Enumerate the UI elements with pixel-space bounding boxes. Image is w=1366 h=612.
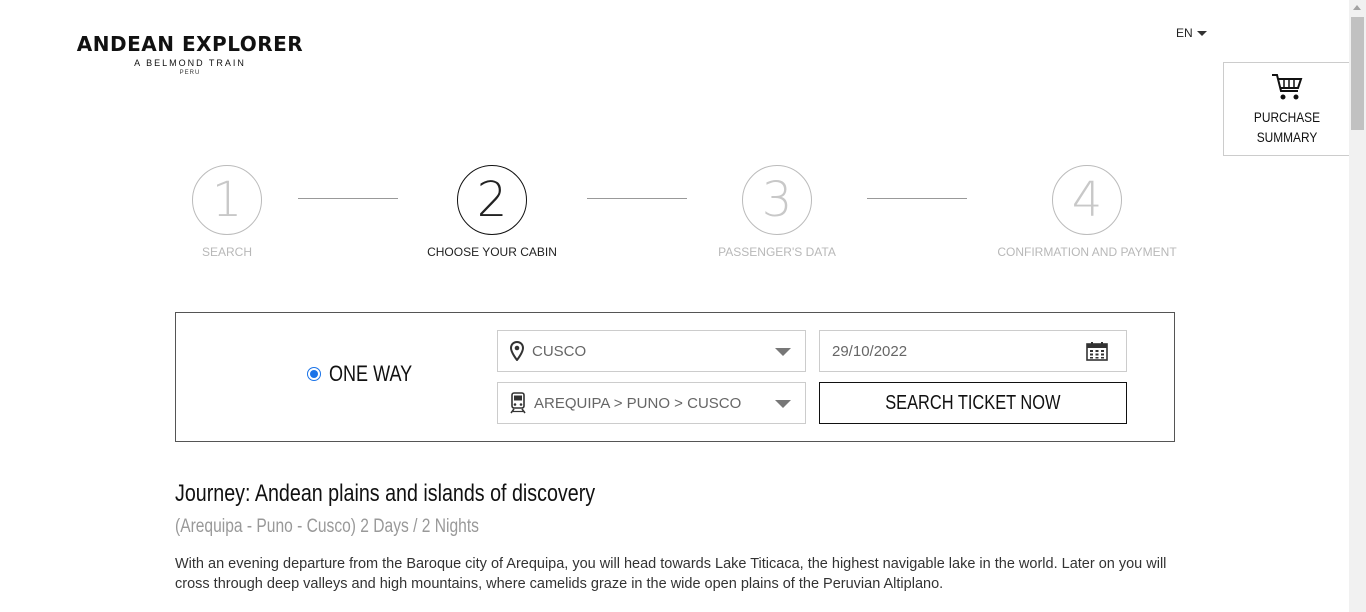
train-icon (510, 392, 526, 414)
step-label: CHOOSE YOUR CABIN (427, 245, 557, 259)
date-field[interactable]: 29/10/2022 (819, 330, 1127, 372)
page-scrollbar[interactable] (1349, 0, 1366, 612)
logo-subtitle: A BELMOND TRAIN (134, 58, 246, 68)
search-ticket-label: SEARCH TICKET NOW (885, 391, 1061, 414)
language-label: EN (1176, 26, 1193, 40)
scroll-up-icon[interactable] (1353, 5, 1361, 10)
language-selector[interactable]: EN (1176, 26, 1207, 40)
caret-down-icon (1196, 30, 1207, 36)
search-ticket-button[interactable]: SEARCH TICKET NOW (819, 382, 1127, 424)
brand-logo[interactable]: ANDEAN EXPLORER A BELMOND TRAIN PERU (70, 33, 310, 76)
chevron-down-icon (775, 348, 791, 356)
step-connector (587, 198, 687, 199)
step-confirmation-payment: 4 CONFIRMATION AND PAYMENT (997, 165, 1177, 259)
route-select[interactable]: AREQUIPA > PUNO > CUSCO (497, 382, 806, 424)
journey-description: With an evening departure from the Baroq… (175, 556, 1167, 592)
calendar-icon[interactable] (1086, 341, 1108, 361)
step-connector (867, 198, 967, 199)
step-connector (298, 198, 398, 199)
step-search: 1 SEARCH (177, 165, 277, 259)
purchase-summary-line2: SUMMARY (1256, 129, 1318, 145)
cart-icon (1272, 74, 1303, 100)
date-value: 29/10/2022 (832, 342, 908, 360)
step-passengers-data: 3 PASSENGER'S DATA (712, 165, 842, 259)
purchase-summary-button[interactable]: PURCHASE SUMMARY (1223, 62, 1350, 156)
step-number: 1 (192, 165, 262, 235)
step-number: 2 (457, 165, 527, 235)
chevron-down-icon (775, 400, 791, 408)
journey-subtitle: (Arequipa - Puno - Cusco) 2 Days / 2 Nig… (175, 516, 479, 537)
destination-value: CUSCO (532, 342, 587, 360)
step-choose-cabin: 2 CHOOSE YOUR CABIN (417, 165, 567, 259)
route-value: AREQUIPA > PUNO > CUSCO (534, 394, 742, 412)
purchase-summary-line1: PURCHASE (1253, 109, 1321, 125)
location-pin-icon (510, 341, 524, 361)
logo-country: PERU (179, 70, 201, 76)
step-number: 3 (742, 165, 812, 235)
logo-title: ANDEAN EXPLORER (76, 32, 304, 56)
one-way-option[interactable]: ONE WAY (307, 361, 430, 387)
one-way-label: ONE WAY (329, 361, 413, 386)
step-number: 4 (1052, 165, 1122, 235)
step-label: CONFIRMATION AND PAYMENT (997, 245, 1177, 259)
destination-select[interactable]: CUSCO (497, 330, 806, 372)
search-panel: ONE WAY CUSCO 29/10/2022 AREQUIPA > PUNO… (175, 312, 1175, 442)
step-label: PASSENGER'S DATA (718, 245, 836, 259)
journey-title: Journey: Andean plains and islands of di… (175, 480, 596, 507)
scrollbar-thumb[interactable] (1351, 17, 1364, 130)
step-label: SEARCH (201, 245, 252, 259)
one-way-radio[interactable] (307, 367, 321, 381)
